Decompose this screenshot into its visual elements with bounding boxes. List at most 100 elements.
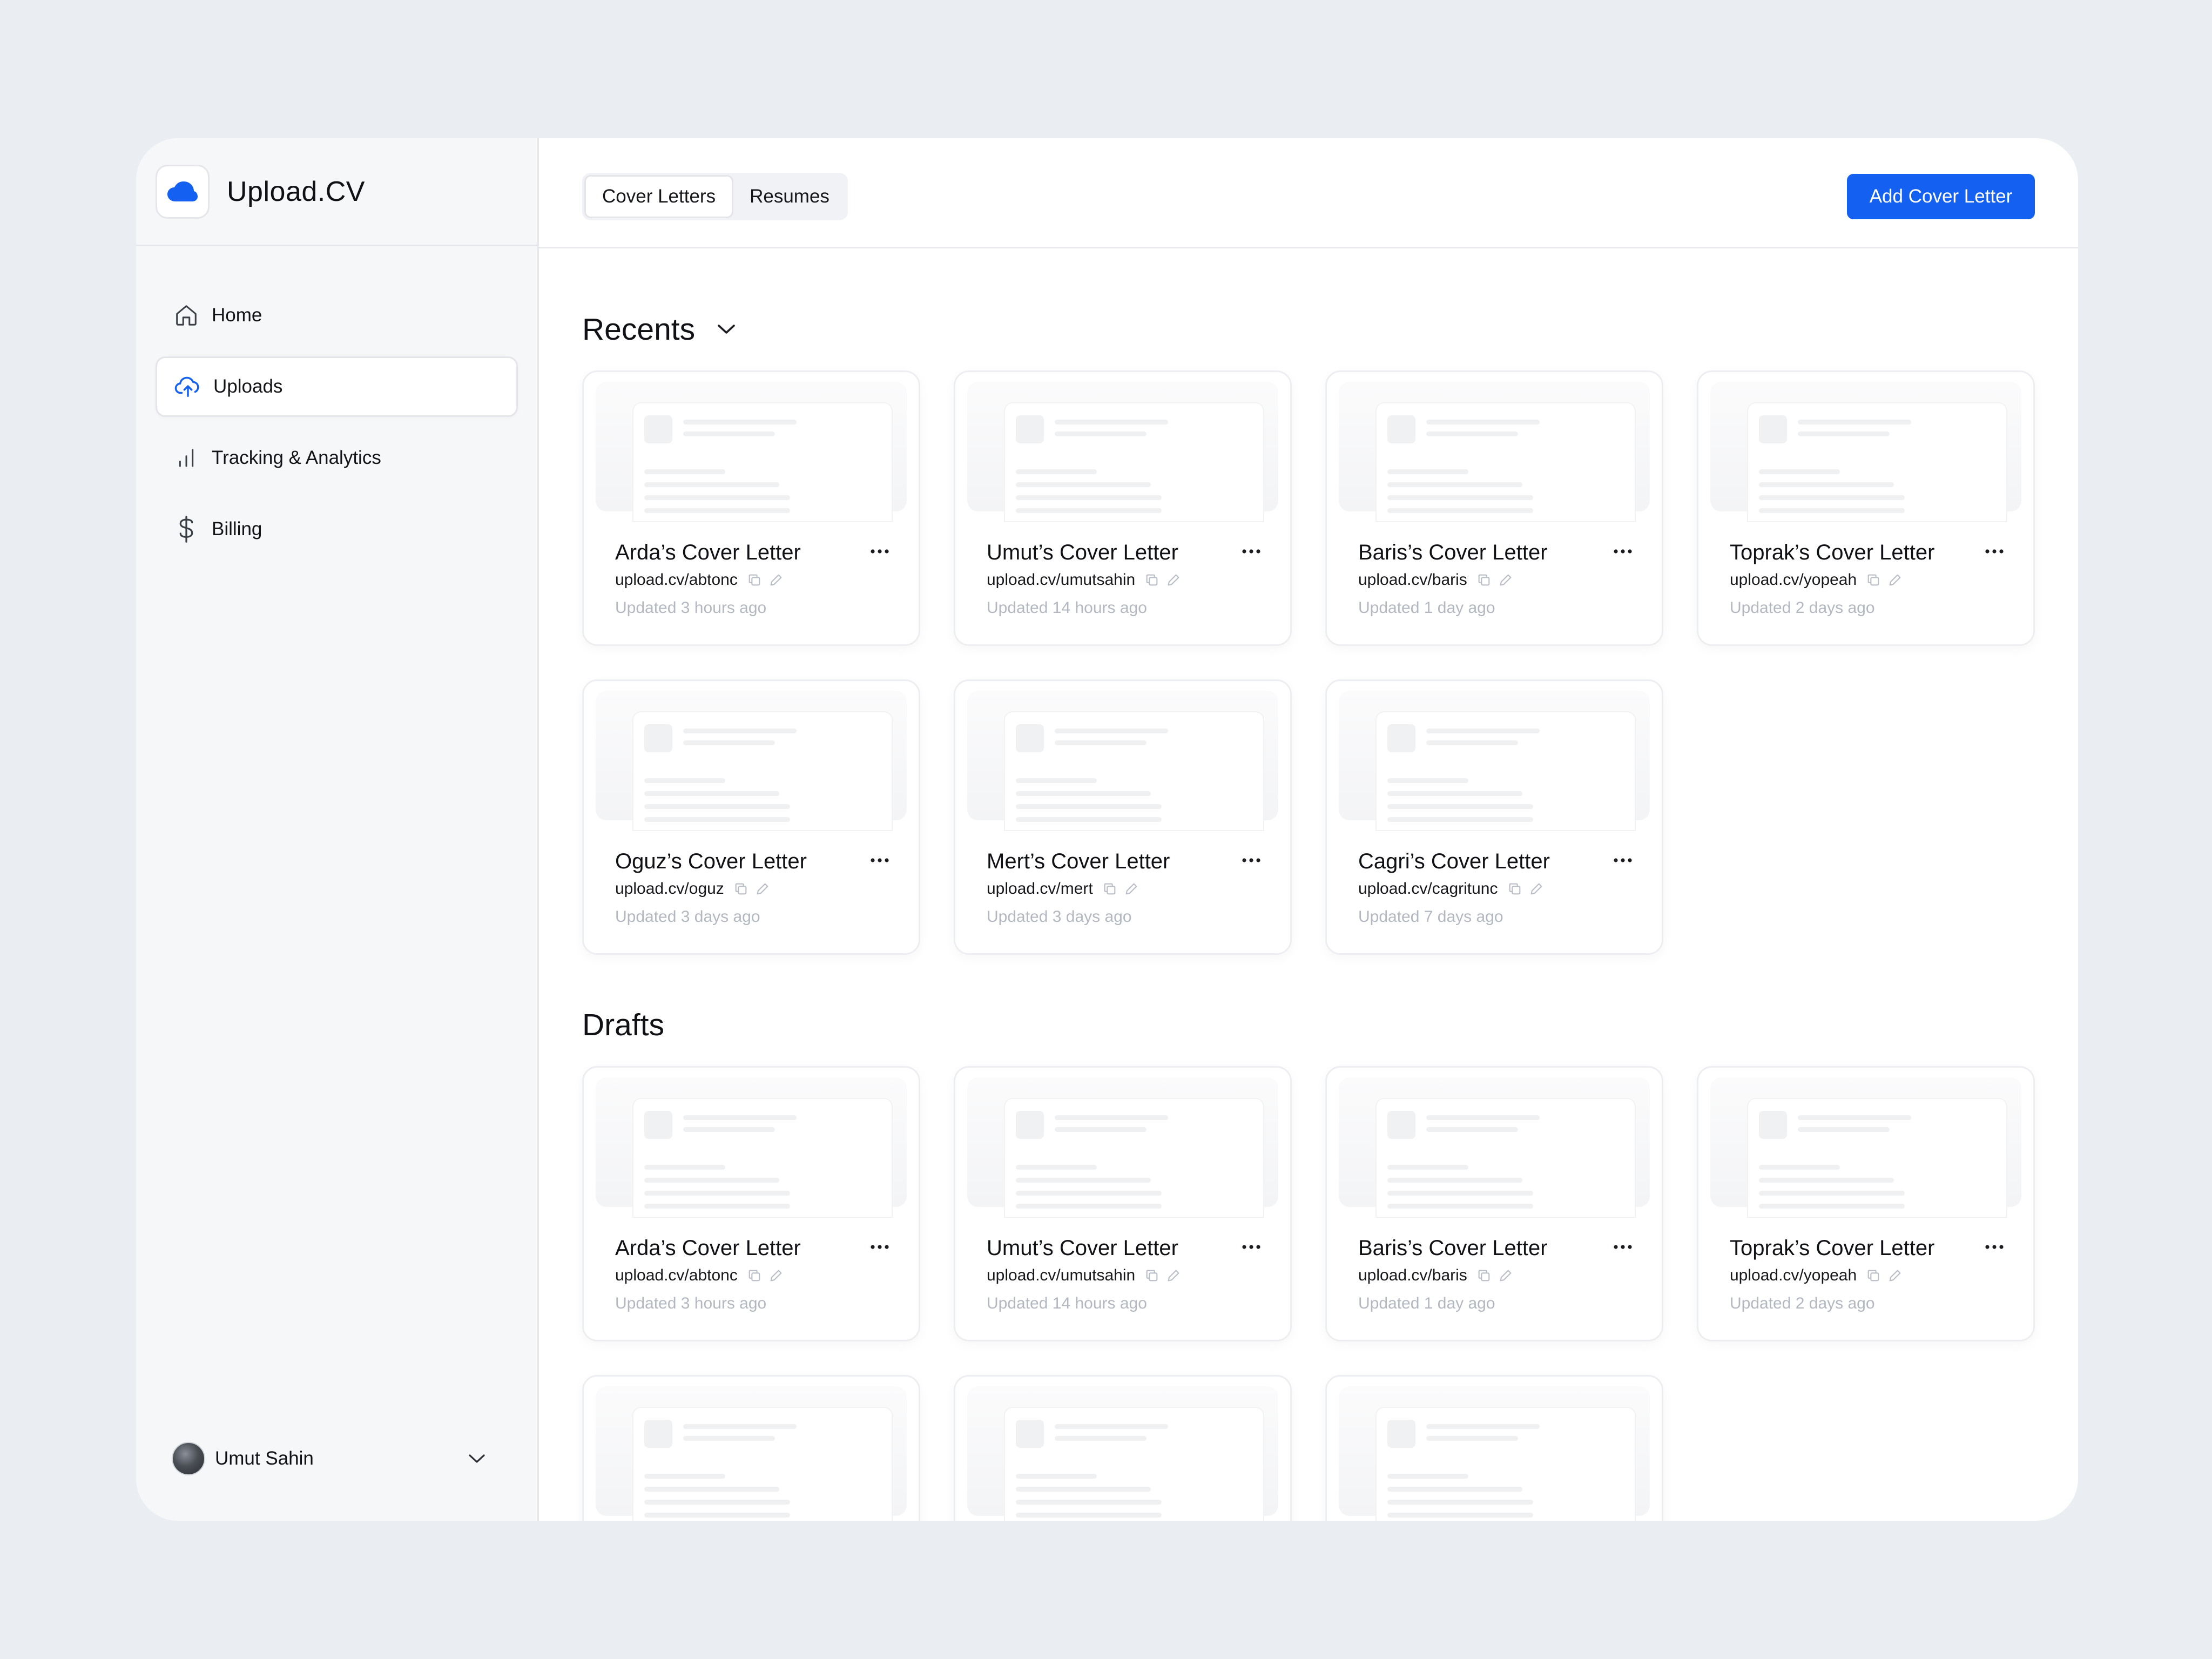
user-menu[interactable]: Umut Sahin xyxy=(172,1440,489,1478)
document-preview xyxy=(1377,403,1635,521)
edit-icon[interactable] xyxy=(1527,880,1546,898)
more-icon[interactable] xyxy=(1609,1235,1637,1259)
document-preview xyxy=(1377,712,1635,830)
cloud-logo-icon[interactable] xyxy=(156,164,210,219)
cover-letter-card[interactable]: Mert’s Cover Letter xyxy=(954,1375,1292,1521)
edit-icon[interactable] xyxy=(1164,1266,1183,1285)
card-url[interactable]: upload.cv/umutsahin xyxy=(987,1266,1135,1285)
card-url[interactable]: upload.cv/baris xyxy=(1358,571,1467,589)
copy-icon[interactable] xyxy=(745,571,764,589)
more-icon[interactable] xyxy=(1609,848,1637,872)
card-url[interactable]: upload.cv/abtonc xyxy=(615,571,738,589)
copy-icon[interactable] xyxy=(1475,571,1493,589)
copy-icon[interactable] xyxy=(1143,571,1161,589)
cover-letter-card[interactable]: Oguz’s Cover Letter upload.cv/oguz Updat… xyxy=(582,679,920,955)
card-updated: Updated 7 days ago xyxy=(1358,908,1503,926)
more-icon[interactable] xyxy=(866,539,894,563)
edit-icon[interactable] xyxy=(1496,1266,1515,1285)
copy-icon[interactable] xyxy=(1864,571,1883,589)
copy-icon[interactable] xyxy=(1475,1266,1493,1285)
cover-letter-card[interactable]: Umut’s Cover Letter upload.cv/umutsahin … xyxy=(954,370,1292,646)
more-icon[interactable] xyxy=(1609,539,1637,563)
sidebar-item-tracking[interactable]: Tracking & Analytics xyxy=(156,428,518,488)
card-title: Umut’s Cover Letter xyxy=(987,1236,1178,1260)
card-url[interactable]: upload.cv/yopeah xyxy=(1730,1266,1857,1285)
cover-letter-card[interactable]: Baris’s Cover Letter upload.cv/baris Upd… xyxy=(1325,1066,1663,1341)
card-url-row: upload.cv/baris xyxy=(1358,1266,1515,1285)
document-thumbnail xyxy=(1339,382,1650,521)
more-icon[interactable] xyxy=(1237,539,1265,563)
edit-icon[interactable] xyxy=(1886,1266,1904,1285)
card-url[interactable]: upload.cv/baris xyxy=(1358,1266,1467,1285)
sidebar-item-uploads[interactable]: Uploads xyxy=(156,356,518,417)
card-url[interactable]: upload.cv/abtonc xyxy=(615,1266,738,1285)
document-preview xyxy=(633,1408,892,1521)
edit-icon[interactable] xyxy=(1886,571,1904,589)
copy-icon[interactable] xyxy=(1143,1266,1161,1285)
document-preview xyxy=(633,712,892,830)
cover-letter-card[interactable]: Umut’s Cover Letter upload.cv/umutsahin … xyxy=(954,1066,1292,1341)
cover-letter-card[interactable]: Arda’s Cover Letter upload.cv/abtonc Upd… xyxy=(582,1066,920,1341)
edit-icon[interactable] xyxy=(1496,571,1515,589)
more-icon[interactable] xyxy=(1980,539,2008,563)
edit-icon[interactable] xyxy=(1122,880,1141,898)
sidebar-item-billing[interactable]: Billing xyxy=(156,499,518,559)
card-url[interactable]: upload.cv/umutsahin xyxy=(987,571,1135,589)
document-preview xyxy=(1377,1408,1635,1521)
cover-letter-card[interactable]: Toprak’s Cover Letter upload.cv/yopeah U… xyxy=(1697,370,2035,646)
more-icon[interactable] xyxy=(1237,1235,1265,1259)
cover-letter-card[interactable]: Cagri’s Cover Letter xyxy=(1325,1375,1663,1521)
card-updated: Updated 3 hours ago xyxy=(615,599,767,617)
recents-section-header[interactable]: Recents xyxy=(582,308,2035,351)
card-url[interactable]: upload.cv/mert xyxy=(987,880,1093,898)
edit-icon[interactable] xyxy=(767,571,785,589)
chevron-down-icon[interactable] xyxy=(710,313,743,346)
copy-icon[interactable] xyxy=(1864,1266,1883,1285)
sidebar-item-label: Tracking & Analytics xyxy=(212,447,381,468)
copy-icon[interactable] xyxy=(732,880,750,898)
copy-icon[interactable] xyxy=(745,1266,764,1285)
cover-letter-card[interactable]: Mert’s Cover Letter upload.cv/mert Updat… xyxy=(954,679,1292,955)
more-icon[interactable] xyxy=(1237,848,1265,872)
more-icon[interactable] xyxy=(866,1235,894,1259)
sidebar-item-home[interactable]: Home xyxy=(156,285,518,346)
cover-letter-card[interactable]: Oguz’s Cover Letter xyxy=(582,1375,920,1521)
cover-letter-card[interactable]: Toprak’s Cover Letter upload.cv/yopeah U… xyxy=(1697,1066,2035,1341)
section-title: Drafts xyxy=(582,1008,665,1042)
chevron-down-icon[interactable] xyxy=(465,1447,489,1471)
cover-letter-card[interactable]: Arda’s Cover Letter upload.cv/abtonc Upd… xyxy=(582,370,920,646)
edit-icon[interactable] xyxy=(1164,571,1183,589)
tab-resumes[interactable]: Resumes xyxy=(733,175,846,218)
avatar xyxy=(172,1442,205,1475)
card-url-row: upload.cv/yopeah xyxy=(1730,571,1904,589)
copy-icon[interactable] xyxy=(1101,880,1119,898)
card-title: Arda’s Cover Letter xyxy=(615,541,801,564)
sidebar-item-label: Billing xyxy=(212,518,262,539)
app-window: Upload.CV Home Uploads Tracking & Analyt… xyxy=(136,138,2078,1521)
card-url-row: upload.cv/mert xyxy=(987,880,1141,898)
document-thumbnail xyxy=(596,1386,907,1521)
card-url-row: upload.cv/abtonc xyxy=(615,1266,785,1285)
card-url[interactable]: upload.cv/cagritunc xyxy=(1358,880,1498,898)
card-url[interactable]: upload.cv/oguz xyxy=(615,880,724,898)
card-url[interactable]: upload.cv/yopeah xyxy=(1730,571,1857,589)
card-title: Baris’s Cover Letter xyxy=(1358,1236,1548,1260)
card-url-row: upload.cv/abtonc xyxy=(615,571,785,589)
add-cover-letter-button[interactable]: Add Cover Letter xyxy=(1847,174,2035,219)
edit-icon[interactable] xyxy=(767,1266,785,1285)
more-icon[interactable] xyxy=(1980,1235,2008,1259)
topbar: Cover Letters Resumes Add Cover Letter xyxy=(539,138,2078,248)
section-title: Recents xyxy=(582,312,696,347)
tab-cover-letters[interactable]: Cover Letters xyxy=(584,175,734,218)
copy-icon[interactable] xyxy=(1506,880,1524,898)
cover-letter-card[interactable]: Cagri’s Cover Letter upload.cv/cagritunc… xyxy=(1325,679,1663,955)
card-url-row: upload.cv/umutsahin xyxy=(987,1266,1183,1285)
document-preview xyxy=(1377,1099,1635,1217)
card-updated: Updated 1 day ago xyxy=(1358,599,1495,617)
user-name: Umut Sahin xyxy=(215,1448,314,1469)
more-icon[interactable] xyxy=(866,848,894,872)
card-title: Arda’s Cover Letter xyxy=(615,1236,801,1260)
card-title: Mert’s Cover Letter xyxy=(987,849,1170,873)
cover-letter-card[interactable]: Baris’s Cover Letter upload.cv/baris Upd… xyxy=(1325,370,1663,646)
edit-icon[interactable] xyxy=(753,880,772,898)
